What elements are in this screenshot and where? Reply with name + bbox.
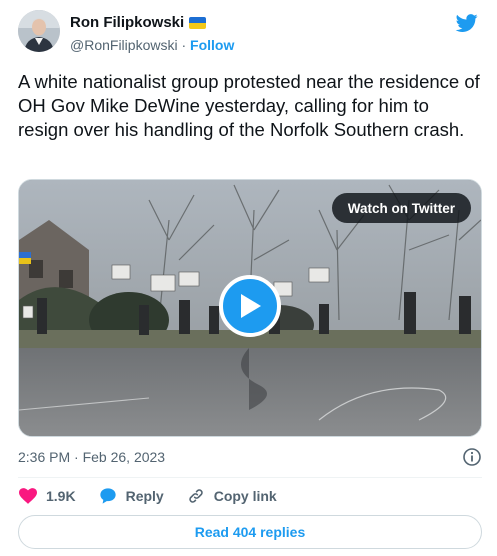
author-handle-row: @RonFilipkowski · Follow — [70, 37, 234, 53]
ukraine-flag-icon — [189, 16, 207, 29]
reply-button[interactable]: Reply — [98, 486, 164, 506]
video-thumbnail[interactable]: Watch on Twitter — [18, 179, 482, 437]
divider — [18, 477, 482, 478]
separator-dot: · — [177, 37, 191, 53]
follow-link[interactable]: Follow — [190, 37, 234, 53]
author-name-row: Ron Filipkowski — [70, 14, 207, 31]
tweet-text: A white nationalist group protested near… — [18, 71, 480, 140]
author-display-name[interactable]: Ron Filipkowski — [70, 14, 184, 31]
reply-label: Reply — [125, 488, 164, 504]
watch-on-twitter-button[interactable]: Watch on Twitter — [331, 193, 471, 223]
copy-link-button[interactable]: Copy link — [186, 486, 277, 506]
avatar[interactable] — [18, 10, 60, 52]
heart-icon — [18, 486, 38, 506]
tweet-header: Ron Filipkowski @RonFilipkowski · Follow — [18, 10, 479, 56]
read-replies-button[interactable]: Read 404 replies — [18, 515, 482, 549]
tweet-timestamp[interactable]: 2:36 PM · Feb 26, 2023 — [18, 449, 165, 465]
tweet-actions: 1.9K Reply Copy link — [18, 484, 299, 508]
play-icon[interactable] — [219, 275, 281, 337]
tweet-meta-row: 2:36 PM · Feb 26, 2023 — [18, 447, 482, 467]
link-icon — [186, 486, 206, 506]
twitter-bird-icon[interactable] — [455, 12, 479, 34]
info-icon[interactable] — [462, 447, 482, 467]
copy-link-label: Copy link — [213, 488, 277, 504]
author-handle[interactable]: @RonFilipkowski — [70, 37, 178, 53]
like-count: 1.9K — [46, 488, 76, 504]
like-button[interactable]: 1.9K — [18, 486, 76, 506]
tweet-embed-card: Ron Filipkowski @RonFilipkowski · Follow… — [0, 0, 497, 556]
reply-bubble-icon — [98, 486, 118, 506]
